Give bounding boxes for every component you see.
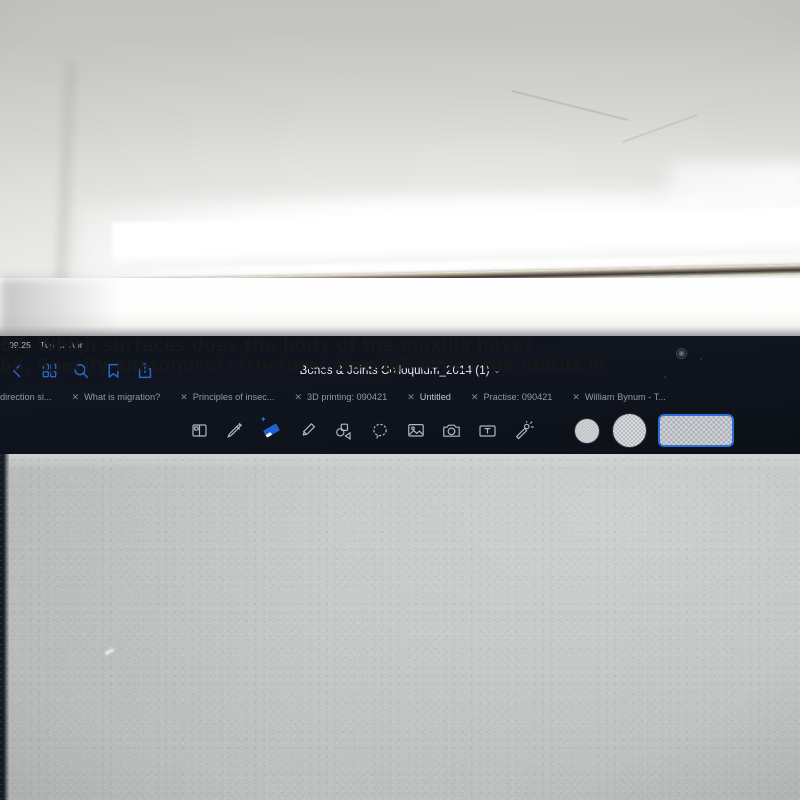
ceiling-scratch-icon — [511, 90, 629, 121]
ceiling-cable-arc — [0, 0, 190, 68]
surface-shadow-left — [0, 278, 120, 338]
lit-surface-below-rail — [0, 278, 800, 340]
photographed-tablet-screenshot: 09:25 Tue 13 Apr Bones & Joints Colloqui… — [0, 0, 800, 800]
ceiling-background — [0, 0, 800, 290]
document-text-layer: 67. Which surfaces does the body of the … — [0, 336, 800, 800]
wall-seam — [49, 59, 83, 290]
question-heading: 68. Specify anatomical structures throug… — [0, 356, 606, 376]
question-heading: 67. Which surfaces does the body of the … — [0, 336, 534, 356]
ceiling-scratch-secondary-icon — [622, 114, 698, 143]
tablet-screen: 09:25 Tue 13 Apr Bones & Joints Colloqui… — [0, 336, 800, 800]
